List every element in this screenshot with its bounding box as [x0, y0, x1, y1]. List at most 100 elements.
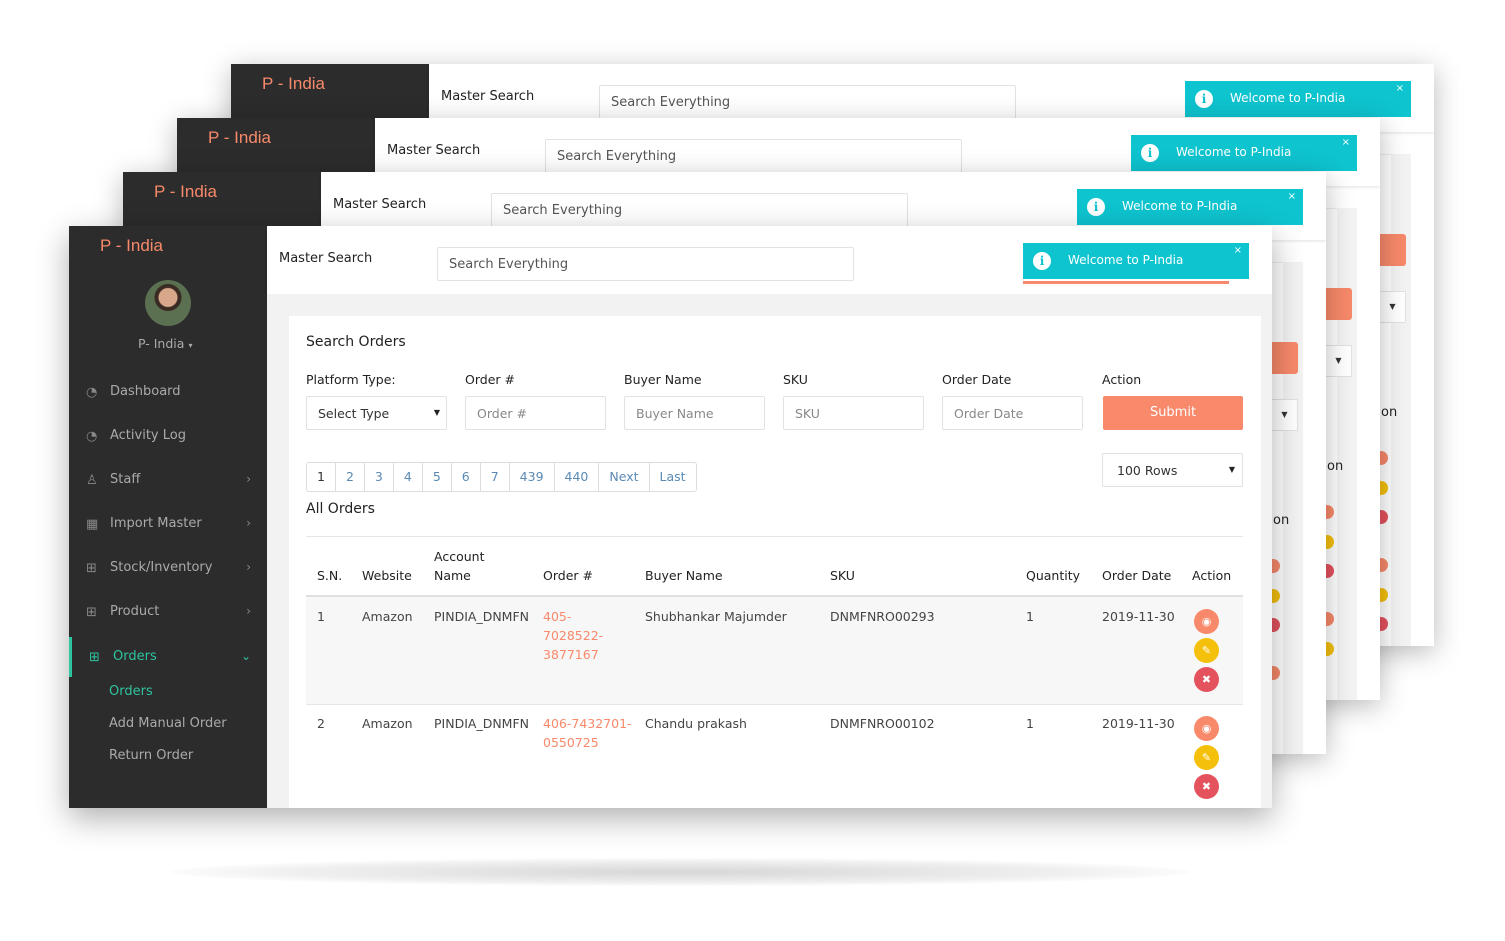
- sidebar-item-dashboard[interactable]: ◔ Dashboard: [69, 372, 267, 412]
- master-search-input[interactable]: Search Everything: [491, 193, 908, 227]
- order-link-line: 406-7432701-: [543, 716, 632, 731]
- action-label: Action: [1102, 372, 1142, 387]
- master-search-input[interactable]: Search Everything: [599, 85, 1016, 119]
- view-button[interactable]: ◉: [1194, 609, 1219, 634]
- view-button[interactable]: ◉: [1194, 716, 1219, 741]
- delete-button[interactable]: ✖: [1194, 667, 1219, 692]
- date-input[interactable]: Order Date: [942, 396, 1083, 430]
- chevron-down-icon: ⌄: [240, 649, 251, 663]
- col-account-line1: Account: [434, 549, 485, 564]
- activity-icon: ◔: [86, 429, 98, 444]
- brand: P - India: [262, 74, 326, 93]
- cell-date: 2019-11-30: [1102, 609, 1175, 624]
- col-account-line2: Name: [434, 568, 471, 583]
- submenu-return-order[interactable]: Return Order: [109, 748, 193, 763]
- close-icon[interactable]: ×: [1234, 245, 1242, 256]
- platform-label: Platform Type:: [306, 372, 396, 387]
- submit-button[interactable]: [1272, 342, 1298, 374]
- sidebar-item-label: Dashboard: [110, 384, 181, 399]
- topbar: Master Search Search Everything i Welcome…: [267, 226, 1272, 294]
- sidebar-item-activity-log[interactable]: ◔ Activity Log: [69, 416, 267, 456]
- rows-per-page-select[interactable]: 100 Rows ▼: [1102, 453, 1243, 487]
- col-buyer: Buyer Name: [645, 568, 723, 583]
- cell-quantity: 1: [1026, 716, 1034, 731]
- toast-progress: [1023, 281, 1229, 284]
- col-order: Order #: [543, 568, 593, 583]
- master-search-label: Master Search: [387, 143, 481, 158]
- delete-button[interactable]: ✖: [1194, 774, 1219, 799]
- dashboard-icon: ◔: [86, 385, 98, 400]
- sidebar-item-label: Activity Log: [110, 428, 186, 443]
- order-link-line: 7028522-: [543, 628, 604, 643]
- sidebar-item-product[interactable]: ⊞ Product ›: [69, 592, 267, 632]
- edit-button[interactable]: ✎: [1194, 745, 1219, 770]
- submenu-orders[interactable]: Orders: [109, 684, 153, 699]
- platform-select[interactable]: Select Type ▼: [306, 396, 447, 430]
- order-link[interactable]: 405- 7028522- 3877167: [543, 607, 603, 664]
- close-icon: ✖: [1201, 780, 1212, 793]
- cell-sn: 2: [317, 716, 325, 731]
- col-date: Order Date: [1102, 568, 1172, 583]
- page-last[interactable]: Last: [650, 463, 696, 491]
- avatar[interactable]: [145, 280, 191, 326]
- submit-button[interactable]: [1326, 288, 1352, 320]
- sidebar-item-stock-inventory[interactable]: ⊞ Stock/Inventory ›: [69, 548, 267, 588]
- col-website: Website: [362, 568, 412, 583]
- gift-icon: ▦: [86, 517, 99, 532]
- cart-icon: ⊞: [86, 605, 97, 620]
- row-divider: [306, 704, 1243, 705]
- stacked-screenshots: P - India Master Search Search Everythin…: [0, 0, 1505, 941]
- sidebar-item-staff[interactable]: ♙ Staff ›: [69, 460, 267, 500]
- master-search-input[interactable]: Search Everything: [437, 247, 854, 281]
- welcome-toast: i Welcome to P-India ×: [1185, 81, 1411, 117]
- submit-button[interactable]: Submit: [1103, 396, 1243, 430]
- cart-icon: ⊞: [86, 561, 97, 576]
- col-sn: S.N.: [317, 568, 343, 583]
- user-menu[interactable]: P- India ▾: [138, 336, 192, 351]
- order-input[interactable]: Order #: [465, 396, 606, 430]
- toast-text: Welcome to P-India: [1176, 145, 1292, 159]
- close-icon: ✖: [1201, 673, 1212, 686]
- divider: [306, 536, 1243, 537]
- close-icon[interactable]: ×: [1396, 83, 1404, 94]
- rows-select[interactable]: ▼: [1272, 399, 1298, 431]
- sidebar-item-import-master[interactable]: ▦ Import Master ›: [69, 504, 267, 544]
- master-search-input[interactable]: Search Everything: [545, 139, 962, 173]
- info-icon: i: [1195, 90, 1213, 108]
- page-link[interactable]: 439: [510, 463, 555, 491]
- page-link[interactable]: 5: [423, 463, 452, 491]
- submenu-add-manual-order[interactable]: Add Manual Order: [109, 716, 227, 731]
- page-link[interactable]: 2: [336, 463, 365, 491]
- rows-select[interactable]: ▼: [1326, 345, 1352, 377]
- page-next[interactable]: Next: [599, 463, 650, 491]
- col-quantity: Quantity: [1026, 568, 1081, 583]
- buyer-input[interactable]: Buyer Name: [624, 396, 765, 430]
- cell-website: Amazon: [362, 609, 413, 624]
- close-icon[interactable]: ×: [1342, 137, 1350, 148]
- page-link[interactable]: 1: [307, 463, 336, 491]
- pencil-icon: ✎: [1201, 644, 1212, 657]
- close-icon[interactable]: ×: [1288, 191, 1296, 202]
- submit-button[interactable]: [1380, 234, 1406, 266]
- eye-icon: ◉: [1201, 615, 1212, 628]
- page-link[interactable]: 6: [452, 463, 481, 491]
- cell-buyer: Shubhankar Majumder: [645, 609, 787, 624]
- page-link[interactable]: 3: [365, 463, 394, 491]
- welcome-toast: i Welcome to P-India ×: [1023, 243, 1249, 279]
- master-search-label: Master Search: [333, 197, 427, 212]
- sidebar-item-label: Product: [110, 604, 160, 619]
- page-link[interactable]: 440: [555, 463, 600, 491]
- caret-down-icon: ▼: [433, 408, 440, 417]
- order-link[interactable]: 406-7432701- 0550725: [543, 714, 632, 752]
- sidebar-item-orders[interactable]: ⊞ Orders ⌄: [69, 637, 267, 677]
- sku-label: SKU: [783, 372, 808, 387]
- sidebar-item-label: Import Master: [110, 516, 202, 531]
- chevron-right-icon: ›: [246, 472, 251, 486]
- action-header: on: [1381, 405, 1398, 420]
- brand: P - India: [100, 236, 164, 255]
- sku-input[interactable]: SKU: [783, 396, 924, 430]
- page-link[interactable]: 7: [481, 463, 510, 491]
- rows-select[interactable]: ▼: [1380, 291, 1406, 323]
- edit-button[interactable]: ✎: [1194, 638, 1219, 663]
- page-link[interactable]: 4: [394, 463, 423, 491]
